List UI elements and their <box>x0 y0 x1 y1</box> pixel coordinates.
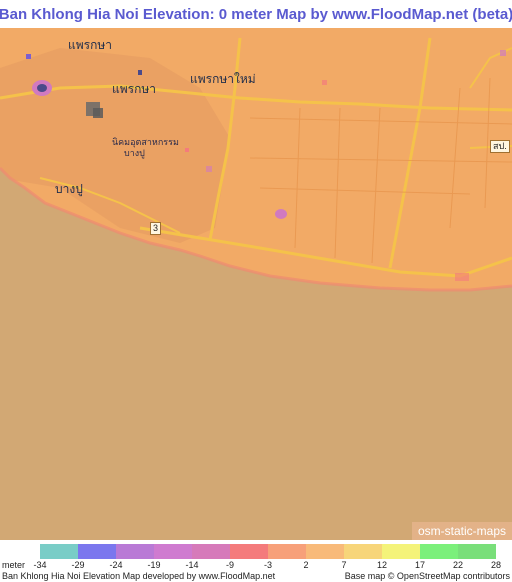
page-title: Ban Khlong Hia Noi Elevation: 0 meter Ma… <box>0 5 512 23</box>
legend-swatch-6 <box>268 544 306 559</box>
built-block-2 <box>93 108 103 118</box>
legend-swatch-9 <box>382 544 420 559</box>
legend-tick-label: 28 <box>490 560 502 570</box>
legend-tick-label: -29 <box>71 560 85 570</box>
low-spot-5 <box>206 166 212 172</box>
header: Ban Khlong Hia Noi Elevation: 0 meter Ma… <box>0 0 512 28</box>
low-spot-3 <box>26 54 31 59</box>
low-spot-2 <box>275 209 287 219</box>
label-bang-pu: บางปู <box>55 182 83 196</box>
legend-tick-label: -19 <box>147 560 161 570</box>
low-spot-8 <box>185 148 189 152</box>
legend-swatch-3 <box>154 544 192 559</box>
legend-swatch-11 <box>458 544 496 559</box>
legend-swatch-2 <box>116 544 154 559</box>
legend-tick-label: 22 <box>452 560 464 570</box>
osm-attribution-box[interactable]: osm-static-maps <box>411 522 512 540</box>
legend-swatch-8 <box>344 544 382 559</box>
legend-swatch-4 <box>192 544 230 559</box>
label-industrial-estate-2: บางปู <box>124 149 145 159</box>
low-spot-6 <box>322 80 327 85</box>
legend-swatch-1 <box>78 544 116 559</box>
legend-swatches <box>40 544 496 559</box>
legend-swatch-0 <box>40 544 78 559</box>
low-spot-7 <box>500 50 506 56</box>
legend-swatch-7 <box>306 544 344 559</box>
legend-swatch-10 <box>420 544 458 559</box>
label-phraek-sa-north: แพรกษา <box>68 38 113 52</box>
legend-tick-label: 7 <box>341 560 347 570</box>
road-shield-sp: สป. <box>490 140 510 153</box>
label-phraek-sa-mai: แพรกษาใหม่ <box>190 72 256 86</box>
legend-tick-label: -14 <box>185 560 199 570</box>
footer-osm-credit: Base map © OpenStreetMap contributors <box>344 571 510 581</box>
elevation-legend: meter -34 -29 -24 -19 -14 -9 -3 2 7 12 17 22 28 Ban … <box>0 540 512 582</box>
label-phraek-sa: แพรกษา <box>112 82 157 96</box>
map-canvas <box>0 28 512 540</box>
legend-unit: meter <box>2 560 26 570</box>
low-spot-9 <box>455 273 469 281</box>
legend-tick-label: 17 <box>414 560 426 570</box>
road-shield-3: 3 <box>150 222 162 235</box>
legend-tick-label: 12 <box>376 560 388 570</box>
legend-tick-label: 2 <box>303 560 309 570</box>
low-spot-1-core <box>37 84 47 92</box>
elevation-map[interactable]: แพรกษา แพรกษา แพรกษาใหม่ นิคมอุตสาหกรรม … <box>0 28 512 540</box>
legend-tick-label: -34 <box>33 560 47 570</box>
footer-credit[interactable]: Ban Khlong Hia Noi Elevation Map develop… <box>2 571 275 581</box>
legend-swatch-5 <box>230 544 268 559</box>
legend-tick-label: -24 <box>109 560 123 570</box>
legend-tick-label: -3 <box>263 560 273 570</box>
label-industrial-estate-1: นิคมอุตสาหกรรม <box>112 138 179 148</box>
legend-tick-label: -9 <box>225 560 235 570</box>
low-spot-4 <box>138 70 142 75</box>
